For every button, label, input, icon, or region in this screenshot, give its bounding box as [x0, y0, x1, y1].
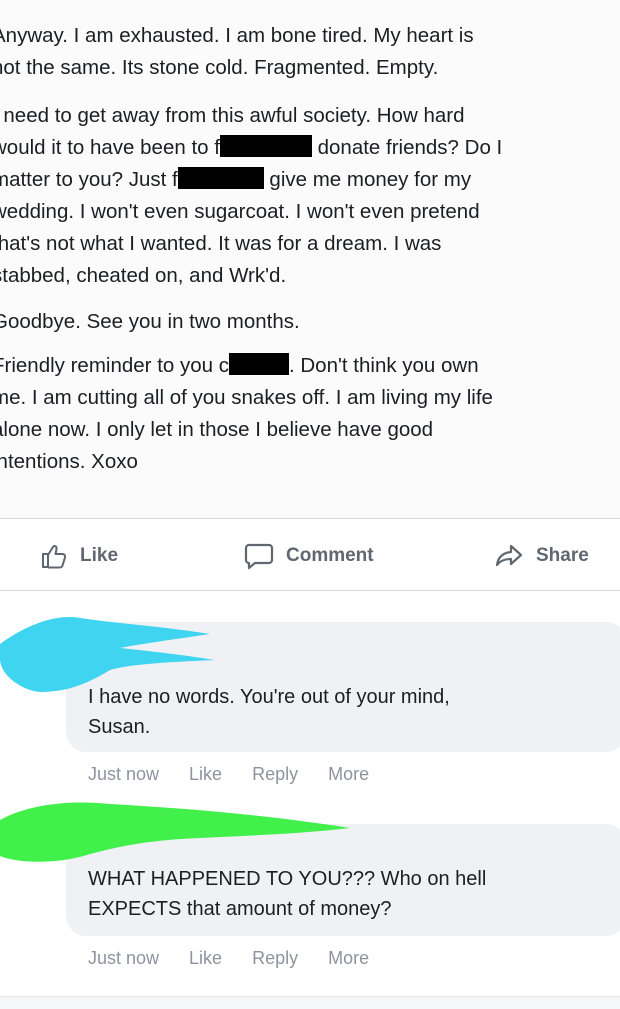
redaction-scribble: [0, 617, 215, 692]
comment-like-link[interactable]: Like: [189, 948, 222, 969]
comment-more-link[interactable]: More: [328, 948, 369, 969]
post-line: alone now. I only let in those I believe…: [0, 418, 434, 441]
post-paragraph: Friendly reminder to you c. Don't think …: [0, 350, 620, 478]
comment-like-link[interactable]: Like: [189, 764, 222, 785]
redaction-bar: [177, 167, 264, 189]
share-button[interactable]: Share: [494, 542, 589, 570]
post-line: intentions. Xoxo: [0, 450, 138, 473]
post-line: me. I am cutting all of you snakes off. …: [0, 386, 493, 409]
post-line: stabbed, cheated on, and Wrk'd.: [0, 264, 287, 287]
like-button[interactable]: Like: [40, 542, 118, 570]
comment-reply-link[interactable]: Reply: [252, 948, 298, 969]
post-paragraph: I need to get away from this awful socie…: [0, 100, 620, 292]
post-body: Anyway. I am exhausted. I am bone tired.…: [0, 0, 620, 520]
comment-timestamp[interactable]: Just now: [88, 764, 159, 785]
redaction-bar: [228, 353, 289, 375]
post-line: that's not what I wanted. It was for a d…: [0, 232, 442, 255]
post-paragraph: Goodbye. See you in two months.: [0, 306, 620, 338]
thumbs-up-icon: [42, 544, 67, 569]
post-paragraph: Anyway. I am exhausted. I am bone tired.…: [0, 20, 620, 84]
share-arrow-icon: [495, 544, 523, 567]
post-actions-bar: Like Comment Share: [0, 520, 620, 590]
comment-meta: Just now Like Reply More: [88, 948, 369, 969]
post-line: matter to you? Just f give me money for …: [0, 167, 472, 191]
comment-meta: Just now Like Reply More: [88, 764, 369, 785]
bottom-edge: [0, 996, 620, 1009]
post-line: Anyway. I am exhausted. I am bone tired.…: [0, 24, 474, 47]
redaction-bar: [219, 135, 312, 157]
comments-section: I have no words. You're out of your mind…: [0, 592, 620, 992]
comment-timestamp[interactable]: Just now: [88, 948, 159, 969]
post-line: Friendly reminder to you c. Don't think …: [0, 353, 479, 377]
post-line: wedding. I won't even sugarcoat. I won't…: [0, 200, 480, 223]
share-label: Share: [536, 545, 589, 566]
divider: [0, 518, 620, 519]
post-line: would it to have been to f donate friend…: [0, 135, 503, 159]
comment-label: Comment: [286, 545, 374, 566]
redaction-scribble: [0, 802, 350, 862]
post-line: not the same. Its stone cold. Fragmented…: [0, 56, 439, 79]
speech-bubble-icon: [244, 543, 274, 570]
comment-text: WHAT HAPPENED TO YOU??? Who on hell EXPE…: [88, 868, 487, 920]
divider: [0, 590, 620, 591]
comment-reply-link[interactable]: Reply: [252, 764, 298, 785]
comment-button[interactable]: Comment: [244, 542, 374, 570]
like-label: Like: [80, 545, 119, 566]
comment-more-link[interactable]: More: [328, 764, 369, 785]
post-line: I need to get away from this awful socie…: [0, 104, 465, 127]
post-line: Goodbye. See you in two months.: [0, 310, 300, 333]
